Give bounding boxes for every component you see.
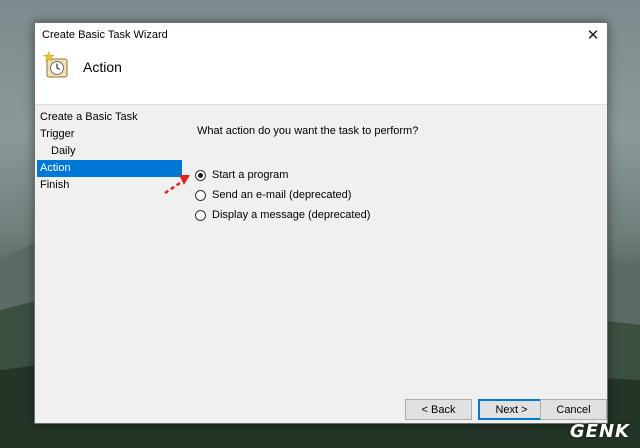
window-title: Create Basic Task Wizard [42, 29, 168, 41]
option-display-message[interactable]: Display a message (deprecated) [195, 205, 370, 225]
title-bar: Create Basic Task Wizard ✕ [35, 23, 607, 47]
page-title: Action [83, 59, 122, 75]
option-send-email[interactable]: Send an e-mail (deprecated) [195, 185, 370, 205]
option-label: Start a program [212, 169, 289, 181]
action-question: What action do you want the task to perf… [197, 125, 419, 137]
next-button[interactable]: Next > [478, 399, 545, 420]
red-arrow-annotation [164, 175, 190, 195]
wizard-window: Create Basic Task Wizard ✕ Action Create… [34, 22, 608, 424]
radio-start-program[interactable] [195, 169, 206, 181]
cancel-button[interactable]: Cancel [540, 399, 607, 420]
nav-item-action[interactable]: Action [37, 160, 182, 177]
option-label: Send an e-mail (deprecated) [212, 189, 352, 201]
nav-item-daily[interactable]: Daily [37, 143, 182, 160]
nav-item-create-basic-task[interactable]: Create a Basic Task [37, 109, 182, 126]
nav-item-trigger[interactable]: Trigger [37, 126, 182, 143]
close-icon[interactable]: ✕ [579, 23, 607, 47]
radio-send-email[interactable] [195, 189, 206, 201]
back-button[interactable]: < Back [405, 399, 472, 420]
task-scheduler-icon [42, 51, 68, 78]
option-start-program[interactable]: Start a program [195, 165, 370, 185]
nav-item-finish[interactable]: Finish [37, 177, 182, 194]
wizard-steps-nav: Create a Basic Task Trigger Daily Action… [37, 109, 182, 194]
wizard-body: Create a Basic Task Trigger Daily Action… [35, 105, 607, 423]
genk-watermark: GENK [569, 421, 630, 442]
radio-display-message[interactable] [195, 209, 206, 221]
action-options: Start a program Send an e-mail (deprecat… [195, 165, 370, 225]
option-label: Display a message (deprecated) [212, 209, 371, 221]
wizard-header: Action [35, 47, 607, 105]
